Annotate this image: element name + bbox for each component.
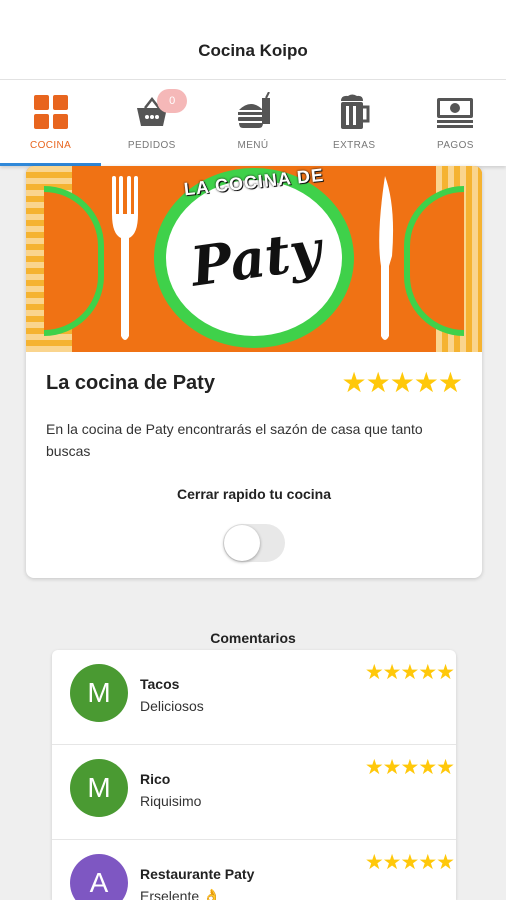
- app-header: Cocina Koipo: [0, 0, 506, 80]
- tab-label: PAGOS: [437, 140, 474, 151]
- app-title: Cocina Koipo: [198, 40, 308, 60]
- orders-count-badge: 0: [157, 89, 188, 113]
- burger-drink-icon: [233, 92, 273, 132]
- fork-icon: [112, 176, 138, 340]
- comment-item: M Tacos Deliciosos ★★★★★: [52, 650, 456, 745]
- avatar: A: [70, 854, 128, 900]
- comment-rating-stars: ★★★★★: [364, 661, 455, 684]
- comment-rating-stars: ★★★★★: [364, 851, 455, 874]
- comment-text: Deliciosos: [140, 698, 204, 714]
- comment-item: M Rico Riquisimo ★★★★★: [52, 745, 456, 840]
- comment-item: A Restaurante Paty Erselente 👌 ★★★★★: [52, 840, 456, 900]
- quick-close-label: Cerrar rapido tu cocina: [176, 486, 332, 502]
- beer-mug-icon: [334, 92, 374, 132]
- comment-rating-stars: ★★★★★: [364, 756, 455, 779]
- comment-text: Erselente 👌: [140, 888, 221, 900]
- tab-label: COCINA: [29, 140, 72, 151]
- tab-label: PEDIDOS: [127, 140, 176, 151]
- restaurant-name: La cocina de Paty: [46, 372, 215, 394]
- comment-text: Riquisimo: [140, 793, 202, 809]
- comments-list: M Tacos Deliciosos ★★★★★ M Rico Riquisim…: [52, 650, 456, 900]
- comment-author: Rico: [140, 771, 171, 787]
- money-icon: [435, 92, 475, 132]
- tab-bar: COCINA PEDIDOS 0 MENÚ EXTRAS PAGOS: [0, 80, 506, 166]
- tab-cocina[interactable]: COCINA: [0, 80, 101, 166]
- tab-pedidos[interactable]: PEDIDOS 0: [101, 80, 202, 166]
- restaurant-rating-stars: ★★★★★: [341, 367, 463, 398]
- avatar: M: [70, 664, 128, 722]
- tab-pagos[interactable]: PAGOS: [405, 80, 506, 166]
- restaurant-card: LA COCINA DE Paty La cocina de Paty ★★★★…: [26, 166, 482, 578]
- grid-icon: [31, 92, 71, 132]
- quick-close-toggle[interactable]: [223, 524, 285, 562]
- tab-label: EXTRAS: [333, 140, 376, 151]
- restaurant-banner: LA COCINA DE Paty: [26, 166, 482, 352]
- tab-label: MENÚ: [237, 140, 269, 151]
- comments-title: Comentarios: [210, 630, 296, 646]
- restaurant-description: En la cocina de Paty encontrarás el sazó…: [46, 421, 423, 459]
- avatar: M: [70, 759, 128, 817]
- comment-author: Restaurante Paty: [140, 866, 255, 882]
- toggle-knob: [224, 525, 260, 561]
- knife-icon: [379, 176, 394, 340]
- tab-extras[interactable]: EXTRAS: [304, 80, 405, 166]
- comment-author: Tacos: [140, 676, 180, 692]
- tab-menu[interactable]: MENÚ: [202, 80, 303, 166]
